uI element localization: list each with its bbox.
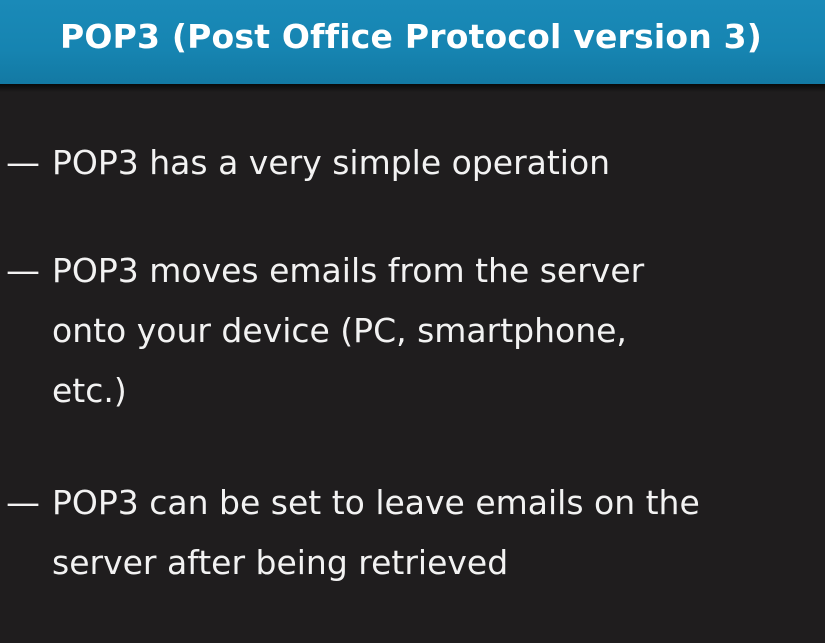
slide-title: POP3 (Post Office Protocol version 3) <box>60 17 763 56</box>
bullet-line: POP3 can be set to leave emails on the <box>52 483 700 522</box>
bullet-text: POP3 has a very simple operation <box>52 133 822 193</box>
bullet-line: server after being retrieved <box>52 543 509 582</box>
bullet-dash: — <box>6 143 40 183</box>
bullet-line: etc.) <box>52 371 127 410</box>
bullet-line: onto your device (PC, smartphone, <box>52 311 627 350</box>
title-bar: POP3 (Post Office Protocol version 3) <box>0 0 825 84</box>
bullet-dash: — <box>6 251 40 291</box>
bullet-line: POP3 has a very simple operation <box>52 143 611 182</box>
bullet-text: POP3 can be set to leave emails on the s… <box>52 473 822 593</box>
slide: POP3 (Post Office Protocol version 3) — … <box>0 0 825 643</box>
bullet-line: POP3 moves emails from the server <box>52 251 645 290</box>
title-divider <box>0 84 825 92</box>
bullet-text: POP3 moves emails from the server onto y… <box>52 241 822 421</box>
bullet-dash: — <box>6 483 40 523</box>
